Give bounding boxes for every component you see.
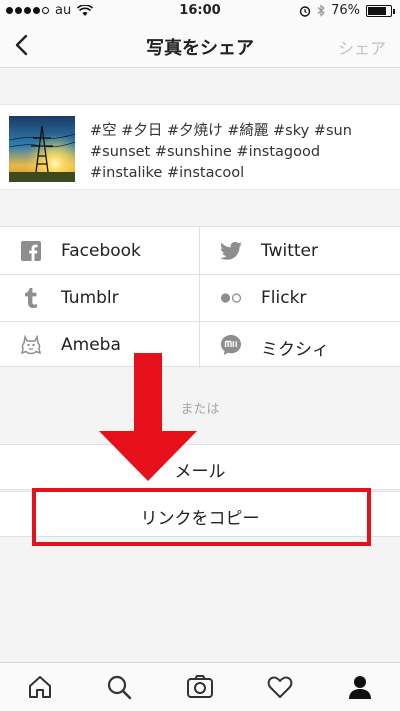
mixi-icon — [220, 334, 242, 356]
post-thumbnail — [9, 116, 75, 182]
tab-bar — [0, 662, 400, 711]
bluetooth-icon — [317, 4, 326, 17]
camera-icon[interactable] — [186, 673, 214, 701]
highlight-box — [32, 488, 371, 546]
post-preview: #空 #夕日 #夕焼け #綺麗 #sky #sun #sunset #sunsh… — [0, 104, 400, 190]
down-arrow-annotation — [99, 353, 197, 481]
alarm-icon — [299, 5, 311, 17]
nav-bar: 写真をシェア シェア — [0, 22, 400, 68]
share-tumblr[interactable]: Tumblr — [0, 274, 200, 321]
share-button[interactable]: シェア — [338, 35, 386, 59]
share-label: ミクシィ — [261, 340, 329, 360]
tumblr-icon — [20, 287, 42, 309]
share-mixi[interactable]: ミクシィ — [200, 321, 400, 368]
share-label: Flickr — [261, 288, 307, 308]
battery-icon — [366, 4, 395, 17]
home-icon[interactable] — [26, 673, 54, 701]
mail-label: メール — [174, 462, 226, 482]
share-twitter[interactable]: Twitter — [200, 227, 400, 274]
profile-icon[interactable] — [346, 673, 374, 701]
twitter-icon — [220, 240, 242, 262]
share-label: Tumblr — [61, 288, 119, 308]
share-services-grid: Facebook Twitter Tumblr Flickr Ameba ミクシ… — [0, 226, 400, 368]
flickr-icon — [220, 287, 242, 309]
share-label: Ameba — [61, 335, 121, 355]
post-caption: #空 #夕日 #夕焼け #綺麗 #sky #sun #sunset #sunsh… — [90, 123, 352, 181]
share-label: Twitter — [261, 241, 318, 261]
ameba-icon — [20, 334, 42, 356]
status-bar: au 16:00 76% — [0, 0, 400, 22]
or-separator: または — [180, 402, 220, 417]
status-right: 76% — [299, 3, 395, 18]
share-flickr[interactable]: Flickr — [200, 274, 400, 321]
heart-icon[interactable] — [266, 673, 294, 701]
search-icon[interactable] — [105, 673, 133, 701]
battery-percent: 76% — [331, 3, 360, 18]
facebook-icon — [20, 240, 42, 262]
mail-button[interactable]: メール — [0, 444, 400, 490]
share-facebook[interactable]: Facebook — [0, 227, 200, 274]
share-label: Facebook — [61, 241, 141, 261]
